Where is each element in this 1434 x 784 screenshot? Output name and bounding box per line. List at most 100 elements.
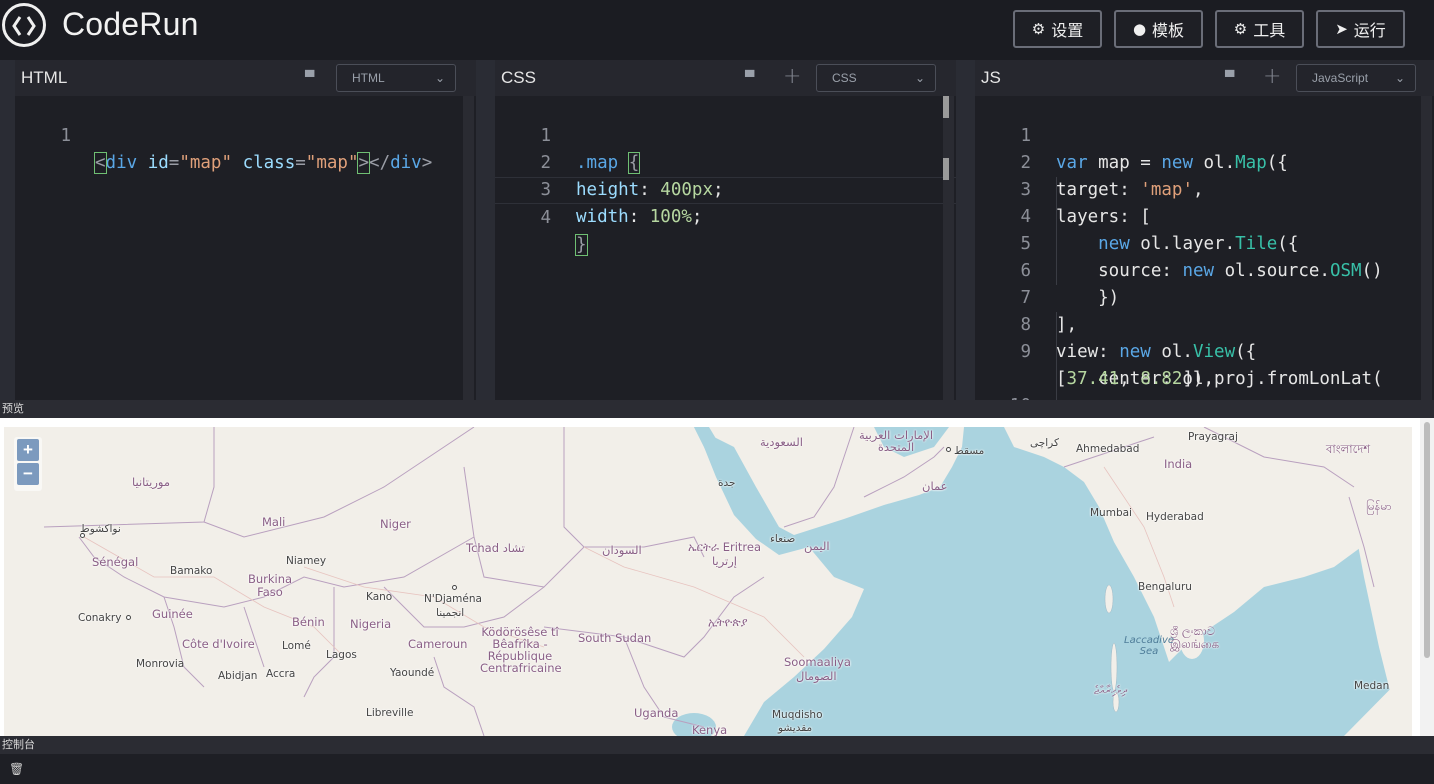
map-label: Muqdisho <box>772 709 823 721</box>
css-pane-header: CSS ▀ + CSS ⌄ <box>495 60 956 96</box>
trash-icon[interactable]: 🗑 <box>9 762 24 776</box>
template-button[interactable]: ● 模板 <box>1114 10 1203 48</box>
map-label: India <box>1164 457 1193 471</box>
preview-scrollbar[interactable] <box>1420 418 1434 736</box>
css-pane: CSS ▀ + CSS ⌄ 1 .map { 2 height: 400px; … <box>495 60 956 400</box>
js-code-editor[interactable]: 1 var map = new ol.Map({ 2 target: 'map'… <box>975 96 1434 443</box>
map-label: Conakry <box>78 612 122 624</box>
map-label: Uganda <box>634 706 679 720</box>
js-scrollbar[interactable] <box>1421 96 1432 400</box>
html-language-select[interactable]: HTML ⌄ <box>336 64 456 92</box>
html-pane-title: HTML <box>21 68 68 87</box>
map-label: Yaoundé <box>390 667 435 679</box>
tools-button[interactable]: ⚙ 工具 <box>1215 10 1304 48</box>
map-label: صنعاء <box>770 533 796 545</box>
html-pane: HTML ▀ HTML ⌄ 1 <div id="map" class="map… <box>15 60 476 400</box>
code-line: 5 source: new ol.source.OSM() <box>975 204 1434 281</box>
code-line-active: 4 } <box>495 177 956 256</box>
map-label: Burkina Faso <box>247 572 293 599</box>
map-label: Bengaluru <box>1138 581 1192 593</box>
zoom-out-button[interactable]: − <box>17 463 39 485</box>
js-language-select[interactable]: JavaScript ⌄ <box>1296 64 1416 92</box>
line-number: 4 <box>540 208 551 228</box>
template-label: 模板 <box>1152 21 1185 40</box>
editor-area: HTML ▀ HTML ⌄ 1 <div id="map" class="map… <box>0 60 1434 443</box>
map-label: Niger <box>380 517 411 531</box>
pin-icon[interactable]: ▀ <box>1225 70 1237 84</box>
map-label: Nigeria <box>350 617 392 631</box>
map-label: كراچی <box>1030 437 1059 449</box>
js-pane-title: JS <box>981 68 1001 87</box>
map-label: Cameroun <box>408 637 468 651</box>
add-icon[interactable]: + <box>783 64 801 89</box>
map-label: Kenya <box>692 723 728 736</box>
code-line: [37.41, 8.82]), <box>975 339 1434 389</box>
run-button[interactable]: ➤ 运行 <box>1316 10 1405 48</box>
map-label: Medan <box>1354 680 1390 692</box>
scroll-thumb[interactable] <box>1424 422 1430 658</box>
pin-icon[interactable]: ▀ <box>745 70 757 84</box>
code-line: 10 zoom: 4 <box>975 366 1434 443</box>
code-line: 4 new ol.layer.Tile({ <box>975 177 1434 254</box>
city-marker <box>452 585 457 590</box>
map-label: Prayagraj <box>1188 431 1238 443</box>
html-language-value: HTML <box>352 71 385 85</box>
map-label: Côte d'Ivoire <box>182 637 255 651</box>
map-label: انجمينا <box>436 607 465 619</box>
js-language-value: JavaScript <box>1312 71 1369 85</box>
map-label: Laccadive Sea <box>1124 635 1175 657</box>
map-label: مقديشو <box>778 722 813 734</box>
code-line: 8 view: new ol.View({ <box>975 285 1434 362</box>
css-pane-title: CSS <box>501 68 536 87</box>
map-label: Soomaaliya <box>784 655 851 669</box>
map-label: Sénégal <box>92 555 139 569</box>
html-scrollbar[interactable] <box>463 96 474 400</box>
map-label: نواكشوط <box>80 523 121 535</box>
code-text: width: 100%; <box>576 207 703 227</box>
map-tiles <box>4 427 1412 736</box>
map-label: Niamey <box>286 555 327 567</box>
city-marker <box>946 447 951 452</box>
pin-icon[interactable]: ▀ <box>305 70 317 84</box>
map-label: Lomé <box>282 640 311 652</box>
css-code-editor[interactable]: 1 .map { 2 height: 400px; 3 width: 100%;… <box>495 96 956 400</box>
css-scrollbar[interactable] <box>943 96 954 400</box>
chevron-down-icon: ⌄ <box>914 71 925 85</box>
code-line: 1 var map = new ol.Map({ <box>975 96 1434 173</box>
map-label: Ködörösêse tî Bêafrîka - République Cent… <box>480 625 562 675</box>
code-text: } <box>575 234 588 256</box>
map-label: السعودية <box>760 435 803 449</box>
map-label: الصومال <box>796 669 837 683</box>
add-icon[interactable]: + <box>1263 64 1281 89</box>
top-bar: CodeRun ⚙ 设置 ● 模板 ⚙ 工具 ➤ 运行 <box>0 0 1434 60</box>
js-pane-header: JS ▀ + JavaScript ⌄ <box>975 60 1434 96</box>
scroll-marker <box>943 158 949 180</box>
scroll-thumb[interactable] <box>943 96 949 118</box>
city-marker <box>126 615 131 620</box>
map-label: မြန်မာ <box>1366 499 1392 513</box>
console-label: 控制台 <box>0 736 1434 754</box>
map-label: Libreville <box>366 707 414 719</box>
map-label: Kano <box>366 591 393 603</box>
map-label: Mumbai <box>1090 507 1132 519</box>
map-view[interactable]: + − موريتانيا نواكشوط Mali Niger Tchad ت… <box>4 427 1412 736</box>
map-label: عمان <box>922 479 948 493</box>
map-label: Bénin <box>292 615 325 629</box>
code-logo-icon <box>2 3 46 47</box>
settings-button[interactable]: ⚙ 设置 <box>1013 10 1102 48</box>
code-line: 3 width: 100%; <box>495 150 956 227</box>
code-line: 3 layers: [ <box>975 150 1434 227</box>
map-label: جدة <box>718 477 736 489</box>
html-code-editor[interactable]: 1 <div id="map" class="map"></div> <box>15 96 476 400</box>
map-label: Abidjan <box>218 670 258 682</box>
tools-label: 工具 <box>1253 21 1286 40</box>
css-language-value: CSS <box>832 71 857 85</box>
bulb-icon: ● <box>1132 20 1147 38</box>
css-language-select[interactable]: CSS ⌄ <box>816 64 936 92</box>
map-label: إرتريا <box>712 554 737 568</box>
map-label: Lagos <box>326 649 357 661</box>
zoom-in-button[interactable]: + <box>17 439 39 461</box>
line-number: 1 <box>60 126 71 146</box>
code-line: 6 }) <box>975 231 1434 308</box>
map-label: ኢትዮጵያ <box>708 615 748 629</box>
